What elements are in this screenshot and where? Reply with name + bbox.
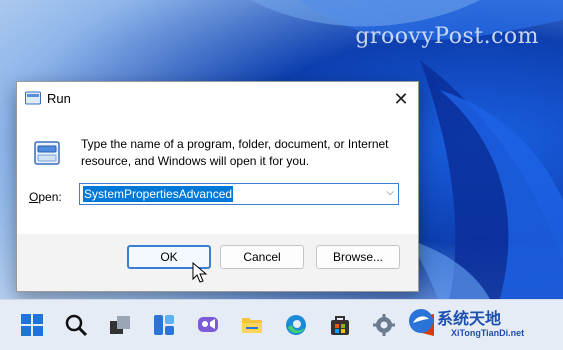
title-bar[interactable]: Run ✕ [17,82,418,116]
close-icon: ✕ [393,88,409,109]
logo-text: 系统天地 [437,311,502,328]
search-icon[interactable] [64,313,88,337]
open-label-accesskey: O [29,190,39,204]
close-button[interactable]: ✕ [384,82,418,116]
widgets-icon[interactable] [152,313,176,337]
dialog-description: Type the name of a program, folder, docu… [81,137,389,168]
file-explorer-icon[interactable] [240,313,264,337]
settings-gear-icon[interactable] [372,313,396,337]
edge-icon[interactable] [284,313,308,337]
dialog-body: Type the name of a program, folder, docu… [17,116,418,234]
store-icon[interactable] [328,313,352,337]
dialog-title: Run [47,91,71,106]
watermark-text: groovyPost.com [355,24,539,49]
open-label-rest: pen: [38,190,62,204]
site-logo: 系统天地 XiTongTianDi.net [409,305,557,345]
chat-icon[interactable] [196,313,220,337]
run-app-icon [25,91,41,105]
run-program-icon [34,141,60,165]
open-input-value[interactable]: SystemPropertiesAdvanced [83,186,234,202]
open-label: Open: [29,190,62,204]
task-view-icon[interactable] [108,313,132,337]
windows-start-icon[interactable] [20,313,44,337]
browse-button[interactable]: Browse... [316,245,400,269]
open-combobox[interactable]: SystemPropertiesAdvanced ⌵ [79,183,399,205]
cancel-button[interactable]: Cancel [220,245,304,269]
chevron-down-icon[interactable]: ⌵ [386,187,394,198]
run-dialog: Run ✕ Type the name of a program, folder… [16,81,419,292]
logo-emblem-icon [409,309,433,333]
logo-subtext: XiTongTianDi.net [451,328,525,338]
mouse-pointer-icon [192,262,208,283]
